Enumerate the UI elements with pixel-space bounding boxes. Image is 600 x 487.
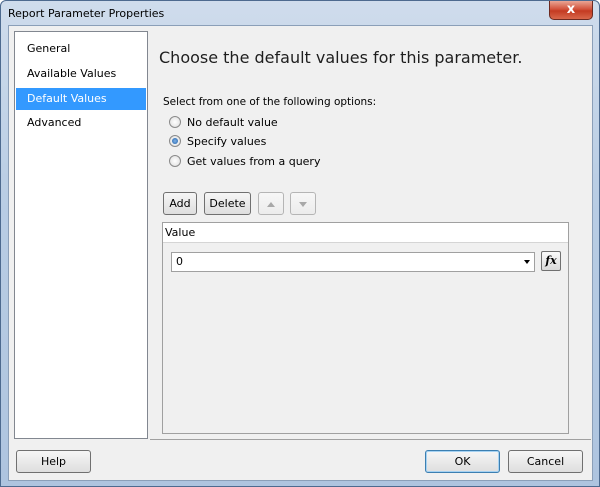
nav-item-general[interactable]: General — [16, 38, 146, 60]
radio-get-from-query[interactable] — [169, 155, 181, 167]
title-bar[interactable]: Report Parameter Properties x — [1, 1, 599, 25]
add-button[interactable]: Add — [163, 192, 197, 215]
values-grid: Value 0 fx — [162, 222, 569, 434]
option-get-from-query[interactable]: Get values from a query — [169, 153, 320, 169]
nav-item-available-values[interactable]: Available Values — [16, 63, 146, 85]
value-input-text: 0 — [176, 255, 183, 268]
fx-icon: fx — [545, 254, 557, 267]
value-column-header: Value — [163, 223, 568, 243]
move-up-button[interactable] — [258, 192, 284, 215]
delete-button[interactable]: Delete — [204, 192, 251, 215]
options-label: Select from one of the following options… — [163, 96, 377, 108]
chevron-down-icon[interactable] — [524, 260, 530, 264]
option-specify-values[interactable]: Specify values — [169, 133, 266, 149]
move-down-button[interactable] — [290, 192, 316, 215]
help-button[interactable]: Help — [16, 450, 91, 473]
page-navigation: General Available Values Default Values … — [14, 31, 148, 439]
radio-no-default[interactable] — [169, 116, 181, 128]
ok-button[interactable]: OK — [425, 450, 500, 473]
footer-divider — [150, 439, 591, 440]
option-label: No default value — [187, 115, 278, 129]
nav-item-default-values[interactable]: Default Values — [16, 88, 146, 110]
value-input[interactable]: 0 — [171, 252, 535, 272]
dialog-window: Report Parameter Properties x General Av… — [0, 0, 600, 487]
close-icon: x — [566, 2, 576, 17]
page-heading: Choose the default values for this param… — [159, 48, 523, 67]
option-no-default[interactable]: No default value — [169, 114, 278, 130]
window-title: Report Parameter Properties — [8, 7, 165, 20]
option-label: Specify values — [187, 134, 267, 148]
close-button[interactable]: x — [549, 1, 593, 20]
expression-button[interactable]: fx — [541, 251, 561, 271]
nav-item-advanced[interactable]: Advanced — [16, 112, 146, 134]
cancel-button[interactable]: Cancel — [508, 450, 583, 473]
arrow-down-icon — [299, 201, 307, 207]
dialog-client-area: General Available Values Default Values … — [8, 25, 593, 481]
option-label: Get values from a query — [187, 154, 321, 168]
arrow-up-icon — [267, 201, 275, 207]
radio-specify-values[interactable] — [169, 135, 181, 147]
